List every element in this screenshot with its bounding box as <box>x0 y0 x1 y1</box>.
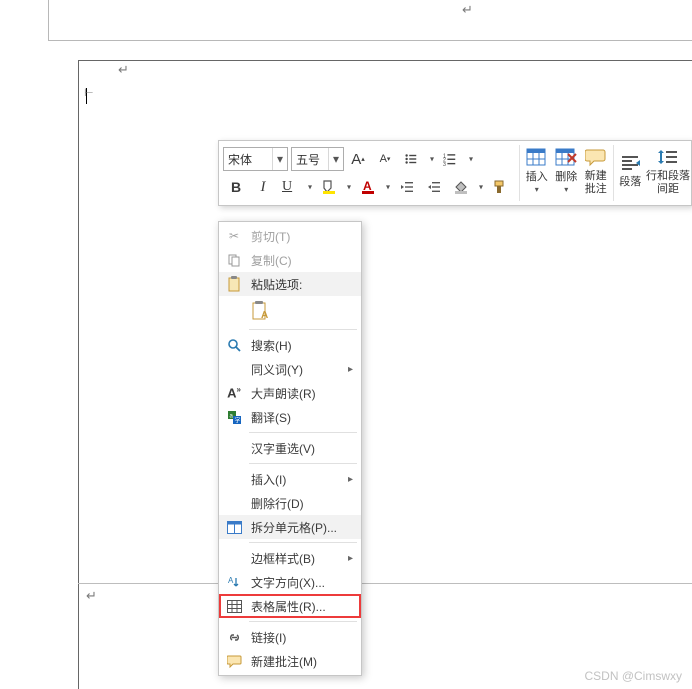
menu-paste-option[interactable]: A <box>219 296 361 326</box>
font-color-button[interactable]: A ▾ <box>355 174 393 200</box>
submenu-arrow-icon: ▸ <box>348 553 353 564</box>
outdent-icon <box>399 179 415 195</box>
page-corner <box>48 0 79 41</box>
menu-read-aloud[interactable]: A» 大声朗读(R) <box>219 381 361 405</box>
insert-button[interactable]: 插入 ▾ <box>522 141 552 199</box>
cell-marker: ⊢ <box>84 86 94 99</box>
menu-text-direction[interactable]: A 文字方向(X)... <box>219 570 361 594</box>
chevron-down-icon[interactable]: ▾ <box>386 183 390 192</box>
font-name-combo[interactable]: 宋体 ▾ <box>223 147 288 171</box>
page-top-edge <box>78 40 692 41</box>
context-menu: ✂ 剪切(T) 复制(C) 粘贴选项: A 搜索(H) 同义词(Y) ▸ A» … <box>218 221 362 676</box>
font-size-combo[interactable]: 五号 ▾ <box>291 147 344 171</box>
watermark: CSDN @Cimswxy <box>584 669 682 683</box>
menu-insert[interactable]: 插入(I) ▸ <box>219 467 361 491</box>
numbering-button[interactable]: 123 ▾ <box>438 146 476 172</box>
menu-border-styles[interactable]: 边框样式(B) ▸ <box>219 546 361 570</box>
table-properties-icon <box>223 600 245 613</box>
svg-text:3: 3 <box>443 162 446 166</box>
menu-split-cells[interactable]: 拆分单元格(P)... <box>219 515 361 539</box>
numbering-icon: 123 <box>443 152 457 166</box>
scissors-icon: ✂ <box>223 229 245 243</box>
menu-chinese-reselect[interactable]: 汉字重选(V) <box>219 436 361 460</box>
read-aloud-icon: A» <box>223 385 245 400</box>
new-comment-button[interactable]: 新建 批注 <box>581 141 611 199</box>
bold-button[interactable]: B <box>223 174 249 200</box>
underline-button[interactable]: U▾ <box>277 174 315 200</box>
font-size-value: 五号 <box>292 151 328 168</box>
search-icon <box>223 338 245 353</box>
line-spacing-icon <box>657 147 679 167</box>
increase-indent-button[interactable] <box>421 174 447 200</box>
split-cells-icon <box>223 521 245 534</box>
italic-button[interactable]: I <box>250 174 276 200</box>
shrink-font-button[interactable]: A▾ <box>372 146 398 172</box>
highlight-icon <box>321 179 337 195</box>
menu-copy[interactable]: 复制(C) <box>219 248 361 272</box>
bullets-button[interactable]: ▾ <box>399 146 437 172</box>
menu-search[interactable]: 搜索(H) <box>219 333 361 357</box>
menu-new-comment[interactable]: 新建批注(M) <box>219 649 361 673</box>
chevron-down-icon[interactable]: ▾ <box>430 155 434 164</box>
chevron-down-icon: ▾ <box>535 185 539 194</box>
clipboard-icon <box>223 276 245 292</box>
paste-keep-formatting-icon: A <box>251 300 273 322</box>
chevron-down-icon[interactable]: ▾ <box>272 148 287 170</box>
decrease-indent-button[interactable] <box>394 174 420 200</box>
chevron-down-icon[interactable]: ▾ <box>479 183 483 192</box>
copy-icon <box>223 253 245 267</box>
chevron-down-icon[interactable]: ▾ <box>347 183 351 192</box>
menu-table-properties[interactable]: 表格属性(R)... <box>219 594 361 618</box>
menu-paste-options-header: 粘贴选项: <box>219 272 361 296</box>
submenu-arrow-icon: ▸ <box>348 474 353 485</box>
comment-icon <box>223 654 245 668</box>
shading-button[interactable]: ▾ <box>448 174 486 200</box>
indent-icon <box>426 179 442 195</box>
svg-text:A: A <box>228 576 234 585</box>
font-name-value: 宋体 <box>224 151 272 168</box>
mini-toolbar: 宋体 ▾ 五号 ▾ A▴ A▾ ▾ 123 ▾ B I U▾ <box>218 140 692 206</box>
chevron-down-icon[interactable]: ▾ <box>328 148 343 170</box>
insert-table-icon <box>526 148 548 168</box>
translate-icon: a字 <box>223 410 245 425</box>
paragraph-button[interactable]: 段落 <box>616 141 646 199</box>
menu-translate[interactable]: a字 翻译(S) <box>219 405 361 429</box>
link-icon <box>223 630 245 645</box>
submenu-arrow-icon: ▸ <box>348 364 353 375</box>
paragraph-mark: ↵ <box>462 2 473 18</box>
chevron-down-icon: ▾ <box>564 185 568 194</box>
shading-icon <box>453 179 469 195</box>
line-spacing-button[interactable]: 行和段落 间距 <box>645 141 691 199</box>
grow-font-button[interactable]: A▴ <box>345 146 371 172</box>
menu-cut[interactable]: ✂ 剪切(T) <box>219 224 361 248</box>
menu-link[interactable]: 链接(I) <box>219 625 361 649</box>
chevron-down-icon[interactable]: ▾ <box>469 155 473 164</box>
svg-text:A: A <box>363 179 372 193</box>
chevron-down-icon[interactable]: ▾ <box>308 183 312 192</box>
bullets-icon <box>404 152 418 166</box>
font-color-icon: A <box>360 179 376 195</box>
delete-button[interactable]: 删除 ▾ <box>552 141 582 199</box>
table-row-divider <box>78 583 692 584</box>
comment-icon <box>585 147 607 167</box>
svg-text:字: 字 <box>234 416 240 424</box>
text-direction-icon: A <box>223 575 245 589</box>
paragraph-icon <box>619 153 641 173</box>
menu-synonyms[interactable]: 同义词(Y) ▸ <box>219 357 361 381</box>
format-painter-button[interactable] <box>487 174 513 200</box>
svg-text:A: A <box>261 310 268 321</box>
menu-delete-row[interactable]: 删除行(D) <box>219 491 361 515</box>
highlight-button[interactable]: ▾ <box>316 174 354 200</box>
delete-table-icon <box>555 148 577 168</box>
format-painter-icon <box>492 179 508 195</box>
